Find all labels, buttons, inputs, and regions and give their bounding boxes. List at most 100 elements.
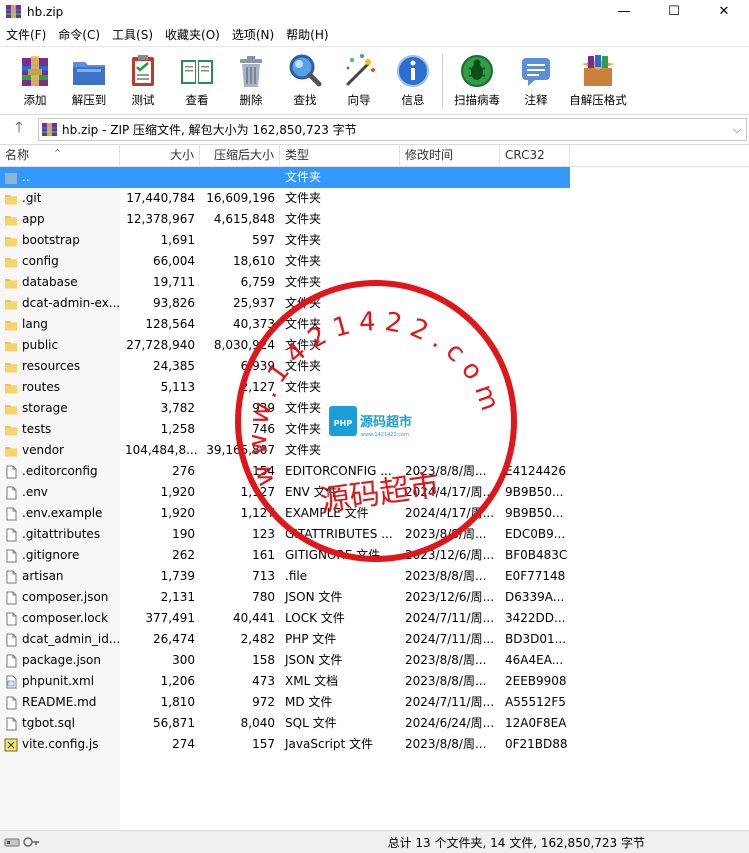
column-header-packed[interactable]: 压缩后大小 — [200, 145, 280, 166]
modified-cell — [400, 398, 500, 419]
file-row[interactable]: .gitignore 262 161 GITIGNORE 文件 2023/12/6/周.… — [0, 545, 749, 566]
file-name: dcat-admin-ex... — [22, 296, 120, 310]
chevron-down-icon[interactable]: ⌵ — [728, 123, 746, 137]
name-cell: lang — [0, 314, 120, 335]
modified-cell: 2023/12/6/周... — [405, 590, 495, 604]
folder-row[interactable]: routes 5,113 2,127 文件夹 — [0, 377, 749, 398]
file-row[interactable]: .env 1,920 1,127 ENV 文件 2024/4/17/周... 9B9B50… — [0, 482, 749, 503]
folder-row[interactable]: vendor 104,484,8... 39,165,807 文件夹 — [0, 440, 749, 461]
menu-tools[interactable]: 工具(S) — [106, 26, 159, 43]
crc32-cell: 46A4EA... — [505, 653, 564, 667]
name-cell: dcat_admin_id... — [0, 629, 120, 650]
minimize-button[interactable]: — — [599, 0, 649, 23]
menu-help[interactable]: 帮助(H) — [280, 26, 334, 43]
view-button[interactable]: 查看 — [170, 47, 224, 108]
name-cell: .git — [0, 188, 120, 209]
type-cell: .file — [285, 569, 308, 583]
file-row[interactable]: tgbot.sql 56,871 8,040 SQL 文件 2024/6/24/周...… — [0, 713, 749, 734]
type-cell: 文件夹 — [285, 443, 322, 457]
file-row[interactable]: dcat_admin_id... 26,474 2,482 PHP 文件 2024/7/… — [0, 629, 749, 650]
name-cell: vite.config.js — [0, 734, 120, 755]
packed-size-cell: 8,030,924 — [213, 338, 275, 352]
modified-cell: 2024/4/17/周... — [405, 485, 495, 499]
column-header-row: 名称 ^ 大小 压缩后大小 类型 修改时间 CRC32 — [0, 145, 749, 167]
file-row[interactable]: .env.example 1,920 1,127 EXAMPLE 文件 2024/4/1… — [0, 503, 749, 524]
delete-trash-icon — [240, 56, 262, 87]
virus-scan-icon — [461, 55, 493, 87]
file-icon — [6, 549, 17, 562]
menu-favorites[interactable]: 收藏夹(O) — [159, 26, 226, 43]
folder-row[interactable]: config 66,004 18,610 文件夹 — [0, 251, 749, 272]
column-header-modified[interactable]: 修改时间 — [400, 145, 500, 166]
maximize-button[interactable]: ☐ — [649, 0, 699, 23]
file-name: .gitignore — [22, 548, 80, 562]
menu-file[interactable]: 文件(F) — [0, 26, 52, 43]
packed-size-cell: 40,441 — [233, 611, 275, 625]
crc32-cell — [500, 230, 570, 251]
extract-to-button[interactable]: 解压到 — [62, 47, 116, 108]
file-row[interactable]: composer.lock 377,491 40,441 LOCK 文件 2024/7/… — [0, 608, 749, 629]
folder-row[interactable]: public 27,728,940 8,030,924 文件夹 — [0, 335, 749, 356]
packed-size-cell: 16,609,196 — [206, 191, 275, 205]
file-row[interactable]: .editorconfig 276 154 EDITORCONFIG ... 2023/… — [0, 461, 749, 482]
folder-row[interactable]: resources 24,385 6,939 文件夹 — [0, 356, 749, 377]
type-cell: EDITORCONFIG ... — [285, 464, 392, 478]
file-icon — [6, 717, 17, 730]
file-name: tests — [22, 422, 52, 436]
crc32-cell — [500, 440, 570, 461]
size-cell: 27,728,940 — [126, 338, 195, 352]
column-header-type[interactable]: 类型 — [280, 145, 400, 166]
folder-row[interactable]: .. 文件夹 — [0, 167, 570, 188]
toolbar-separator — [442, 53, 443, 109]
file-row[interactable]: vite.config.js 274 157 JavaScript 文件 2023/8/… — [0, 734, 749, 755]
virus-scan-button[interactable]: 扫描病毒 — [445, 47, 509, 108]
file-row[interactable]: package.json 300 158 JSON 文件 2023/8/8/周... 46… — [0, 650, 749, 671]
find-button[interactable]: 查找 — [278, 47, 332, 108]
close-button[interactable]: ✕ — [699, 0, 749, 23]
menu-commands[interactable]: 命令(C) — [52, 26, 106, 43]
folder-row[interactable]: database 19,711 6,759 文件夹 — [0, 272, 749, 293]
file-row[interactable]: phpunit.xml 1,206 473 XML 文档 2023/8/8/周... 2E… — [0, 671, 749, 692]
info-button[interactable]: 信息 — [386, 47, 440, 108]
crc32-cell — [500, 272, 570, 293]
delete-button[interactable]: 删除 — [224, 47, 278, 108]
folder-row[interactable]: .git 17,440,784 16,609,196 文件夹 — [0, 188, 749, 209]
column-header-size[interactable]: 大小 — [120, 145, 200, 166]
up-arrow-icon[interactable]: 🡑 — [0, 117, 38, 142]
file-row[interactable]: artisan 1,739 713 .file 2023/8/8/周... E0F7714… — [0, 566, 749, 587]
file-icon — [6, 696, 17, 709]
file-row[interactable]: .gitattributes 190 123 GITATTRIBUTES ... 202… — [0, 524, 749, 545]
type-cell: 文件夹 — [285, 317, 322, 331]
modified-cell: 2023/8/8/周... — [405, 653, 487, 667]
type-cell: 文件夹 — [285, 212, 322, 226]
sfx-button[interactable]: 自解压格式 — [563, 47, 633, 108]
address-text: hb.zip - ZIP 压缩文件, 解包大小为 162,850,723 字节 — [62, 123, 357, 137]
comment-button[interactable]: 注释 — [509, 47, 563, 108]
folder-row[interactable]: tests 1,258 746 文件夹 — [0, 419, 749, 440]
folder-row[interactable]: storage 3,782 939 文件夹 — [0, 398, 749, 419]
folder-row[interactable]: app 12,378,967 4,615,848 文件夹 — [0, 209, 749, 230]
packed-size-cell: 597 — [252, 233, 275, 247]
add-button[interactable]: 添加 — [8, 47, 62, 108]
packed-size-cell: 161 — [252, 548, 275, 562]
packed-size-cell: 713 — [252, 569, 275, 583]
menu-options[interactable]: 选项(N) — [226, 26, 280, 43]
file-row[interactable]: README.md 1,810 972 MD 文件 2024/7/11/周... A555… — [0, 692, 749, 713]
column-header-crc32[interactable]: CRC32 — [500, 145, 570, 166]
packed-size-cell: 6,759 — [240, 275, 275, 289]
folder-row[interactable]: bootstrap 1,691 597 文件夹 — [0, 230, 749, 251]
file-row[interactable]: composer.json 2,131 780 JSON 文件 2023/12/6/周.… — [0, 587, 749, 608]
folder-row[interactable]: lang 128,564 40,373 文件夹 — [0, 314, 749, 335]
name-cell: database — [0, 272, 120, 293]
modified-cell: 2024/6/24/周... — [405, 716, 495, 730]
packed-size-cell: 6,939 — [240, 359, 275, 373]
folder-row[interactable]: dcat-admin-ex... 93,826 25,937 文件夹 — [0, 293, 749, 314]
address-field[interactable]: hb.zip - ZIP 压缩文件, 解包大小为 162,850,723 字节 … — [38, 118, 747, 141]
folder-icon — [5, 341, 17, 351]
wizard-button[interactable]: 向导 — [332, 47, 386, 108]
column-header-name[interactable]: 名称 ^ — [0, 145, 120, 166]
file-rows: .. 文件夹 .git 17,440,784 16,609,196 文件夹 app 12,37… — [0, 167, 749, 755]
type-cell: 文件夹 — [285, 191, 322, 205]
test-button[interactable]: 测试 — [116, 47, 170, 108]
window-title: hb.zip — [27, 4, 64, 19]
